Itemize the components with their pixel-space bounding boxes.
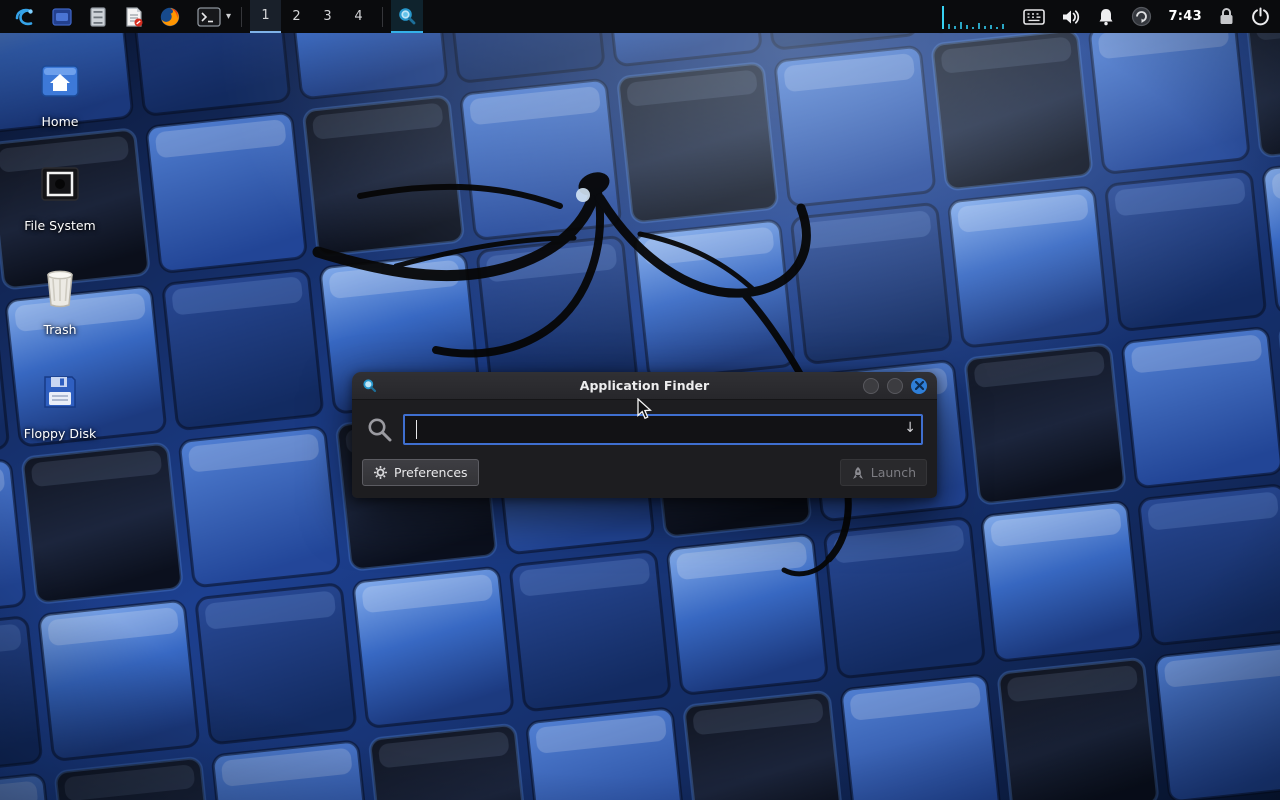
app-finder-task-icon: [397, 6, 417, 26]
application-finder-window: Application Finder: [352, 372, 937, 498]
dropdown-arrow-icon[interactable]: ↓: [904, 420, 916, 436]
cpu-graph-icon: [941, 4, 1007, 30]
preferences-label: Preferences: [394, 465, 468, 480]
firefox-launcher[interactable]: [157, 4, 183, 30]
workspace-button-3[interactable]: 3: [312, 0, 343, 33]
desktop-icon-file-system[interactable]: File System: [16, 160, 104, 233]
clock[interactable]: 7:43: [1168, 9, 1202, 24]
volume-indicator[interactable]: [1061, 8, 1081, 26]
panel-separator: [382, 7, 383, 27]
search-icon: [366, 416, 393, 443]
titlebar[interactable]: Application Finder: [352, 372, 937, 400]
terminal-launcher[interactable]: [193, 4, 225, 30]
window-app-finder-icon: [362, 378, 377, 393]
file-system-icon: [39, 164, 81, 204]
desktop-icon-label: Floppy Disk: [16, 426, 104, 441]
gear-icon: [373, 465, 388, 480]
taskbar-app-finder-button[interactable]: [391, 0, 423, 33]
top-panel: ▾ 1 2 3 4: [0, 0, 1280, 33]
keyboard-layout-indicator[interactable]: [1023, 9, 1045, 25]
launch-label: Launch: [871, 465, 916, 480]
launch-rocket-icon: [851, 466, 865, 480]
updates-indicator[interactable]: [1131, 6, 1152, 27]
text-editor-icon: [123, 6, 145, 28]
floppy-disk-icon: [40, 372, 80, 412]
file-manager-icon: [51, 6, 73, 28]
trash-icon: [40, 267, 80, 309]
file-manager-launcher[interactable]: [49, 4, 75, 30]
workspace-button-1[interactable]: 1: [250, 0, 281, 33]
power-icon: [1251, 7, 1270, 26]
desktop-icon-floppy[interactable]: Floppy Disk: [16, 368, 104, 441]
finder-body: ↓ Preferences Launc: [352, 400, 937, 498]
desktop: Home File System Trash: [0, 0, 1280, 800]
desktop-icon-trash[interactable]: Trash: [16, 264, 104, 337]
desktop-icon-label: Home: [16, 114, 104, 129]
screen-lock-indicator[interactable]: [1218, 7, 1235, 26]
notifications-indicator[interactable]: [1097, 7, 1115, 26]
panel-separator: [241, 7, 242, 27]
close-icon: [915, 381, 924, 390]
terminal-icon: [197, 7, 221, 27]
system-tray: 7:43: [941, 4, 1270, 30]
desktop-icon-label: Trash: [16, 322, 104, 337]
firefox-icon: [159, 6, 181, 28]
workspace-button-2[interactable]: 2: [281, 0, 312, 33]
text-caret: [416, 420, 417, 439]
volume-icon: [1061, 8, 1081, 26]
minimize-button[interactable]: [863, 378, 879, 394]
desktop-icon-home[interactable]: Home: [16, 56, 104, 129]
archive-cabinet-icon: [87, 6, 109, 28]
home-icon: [38, 58, 82, 102]
window-controls: [863, 378, 927, 394]
terminal-dropdown-chevron-icon[interactable]: ▾: [226, 11, 231, 22]
text-editor-launcher[interactable]: [121, 4, 147, 30]
desktop-icon-label: File System: [16, 218, 104, 233]
launch-button[interactable]: Launch: [840, 459, 927, 486]
updates-icon: [1131, 6, 1152, 27]
preferences-button[interactable]: Preferences: [362, 459, 479, 486]
maximize-button[interactable]: [887, 378, 903, 394]
window-title: Application Finder: [352, 378, 937, 393]
logout-button[interactable]: [1251, 7, 1270, 26]
kali-menu-button[interactable]: [13, 4, 39, 30]
search-input[interactable]: [403, 414, 923, 445]
kali-logo-icon: [14, 5, 38, 29]
bell-icon: [1097, 7, 1115, 26]
close-button[interactable]: [911, 378, 927, 394]
keyboard-icon: [1023, 9, 1045, 25]
archive-manager-launcher[interactable]: [85, 4, 111, 30]
cpu-graph-widget[interactable]: [941, 4, 1007, 30]
lock-icon: [1218, 7, 1235, 26]
workspace-button-4[interactable]: 4: [343, 0, 374, 33]
